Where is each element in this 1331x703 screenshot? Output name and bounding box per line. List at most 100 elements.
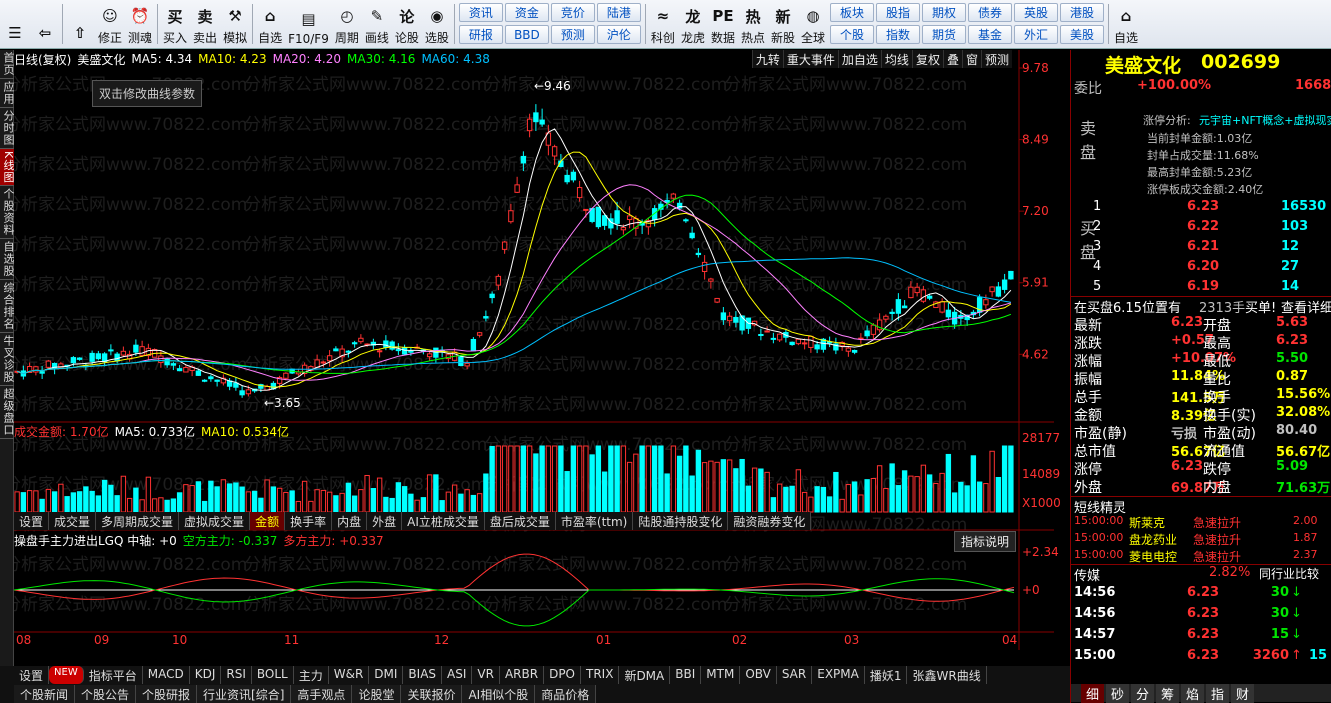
quick-link[interactable]: 预测 [550,25,595,44]
chart-top-button[interactable]: 复权 [911,50,943,68]
quick-link[interactable]: 沪伦 [596,25,641,44]
detail-tab[interactable]: 财 [1231,684,1255,703]
market-link[interactable]: 指数 [876,25,921,44]
info-tab[interactable]: 高手观点 [291,685,353,703]
main-menu-icon[interactable]: ☰ [0,0,30,48]
f10-button[interactable]: ▤ F10/F9 [285,0,332,48]
left-tab[interactable]: 个股资料 [0,186,15,240]
buy-button[interactable]: 买买入 [160,0,190,48]
indicator-tab[interactable]: 新DMA [619,666,671,684]
volume-tab[interactable]: 金额 [250,512,286,530]
data-button[interactable]: PE 数据 [708,0,738,48]
left-tab[interactable]: 自选股 [0,239,15,281]
volume-tab[interactable]: 内盘 [332,512,368,530]
info-tab[interactable]: 论股堂 [352,685,402,703]
draw-line-button[interactable]: ✎ 画线 [362,0,392,48]
info-tab[interactable]: 个股公告 [75,685,137,703]
info-tab[interactable]: 个股研报 [136,685,198,703]
indicator-tab[interactable]: 设置 [14,666,50,684]
quick-link[interactable]: BBD [504,25,549,44]
quick-link[interactable]: 资金 [504,3,549,22]
volume-tab[interactable]: 陆股通持股变化 [633,512,729,530]
indicator-tab[interactable]: 主力 [294,666,329,684]
watchlist-right-button[interactable]: ⌂ 自选 [1111,0,1141,48]
chart-top-button[interactable]: 均线 [880,50,912,68]
left-tab[interactable]: 超级盘口 [0,386,15,440]
stock-picker-button[interactable]: ◉ 选股 [422,0,452,48]
up-icon[interactable]: ⇧ [65,0,95,48]
chart-top-button[interactable]: 重大事件 [782,50,838,68]
indicator-tab[interactable]: ARBR [500,666,545,684]
detail-tab[interactable]: 指 [1206,684,1230,703]
indicator-tab[interactable]: KDJ [190,666,222,684]
indicator-tab[interactable]: 张鑫WR曲线 [907,666,987,684]
kline-chart-area[interactable]: 分析家公式网www.70822.com 分析家公式网www.70822.com 分析… [14,50,1070,670]
detail-tab[interactable]: 焰 [1181,684,1205,703]
dragon-tiger-button[interactable]: 龙龙虎 [678,0,708,48]
info-tab[interactable]: 关联报价 [401,685,463,703]
left-tab[interactable]: 应用 [0,79,15,108]
indicator-tab[interactable]: BBI [670,666,702,684]
chart-canvas[interactable]: 分析家公式网www.70822.com分析家公式网www.70822.com分析… [14,50,1070,666]
indicator-tab[interactable]: RSI [221,666,252,684]
indicator-tab[interactable]: OBV [740,666,777,684]
indicator-tab[interactable]: SAR [777,666,813,684]
volume-tab[interactable]: 市盈率(ttm) [555,512,634,530]
test-button[interactable]: ⏰ 测魂 [125,0,155,48]
volume-tab[interactable]: 多周期成交量 [96,512,180,530]
indicator-tab[interactable]: MACD [143,666,190,684]
detail-tab[interactable]: 筹 [1156,684,1180,703]
market-link[interactable]: 个股 [830,25,875,44]
info-tab[interactable]: 个股新闻 [14,685,76,703]
watchlist-button[interactable]: ⌂ 自选 [255,0,285,48]
volume-tab[interactable]: AI立桩成交量 [402,512,485,530]
ipo-button[interactable]: 新新股 [768,0,798,48]
quick-link[interactable]: 资讯 [458,3,503,22]
quick-link[interactable]: 陆港 [596,3,641,22]
indicator-tab[interactable]: NEW [49,666,84,684]
quick-link[interactable]: 竞价 [550,3,595,22]
hotspot-button[interactable]: 热热点 [738,0,768,48]
volume-tab[interactable]: 成交量 [49,512,97,530]
volume-tab[interactable]: 外盘 [367,512,403,530]
indicator-tab[interactable]: VR [472,666,500,684]
indicator-tab[interactable]: 播妖1 [865,666,908,684]
volume-tab[interactable]: 融资融券变化 [728,512,812,530]
chart-top-button[interactable]: 九转 [751,50,783,68]
left-tab[interactable]: 首页 [0,50,15,79]
info-tab[interactable]: 商品价格 [535,685,597,703]
market-link[interactable]: 外汇 [1014,25,1059,44]
volume-tab[interactable]: 虚拟成交量 [179,512,251,530]
indicator-tab[interactable]: MTM [701,666,741,684]
indicator-tab[interactable]: 指标平台 [84,666,143,684]
left-tab[interactable]: 分时图 [0,108,15,149]
market-link[interactable]: 美股 [1060,25,1105,44]
indicator-tab[interactable]: BIAS [403,666,443,684]
market-link[interactable]: 板块 [830,3,875,22]
detail-tab[interactable]: 细 [1081,684,1105,703]
market-link[interactable]: 股指 [876,3,921,22]
indicator-tab[interactable]: DMI [369,666,404,684]
left-tab[interactable]: 综合排名 [0,280,15,334]
star-market-button[interactable]: ≈ 科创 [648,0,678,48]
info-tab[interactable]: 行业资讯[综合] [197,685,292,703]
left-tab[interactable]: K线图 [0,149,15,187]
volume-tab[interactable]: 盘后成交量 [484,512,556,530]
indicator-tab[interactable]: BOLL [252,666,294,684]
indicator-tab[interactable]: W&R [329,666,370,684]
market-link[interactable]: 基金 [968,25,1013,44]
indicator-tab[interactable]: TRIX [581,666,620,684]
market-link[interactable]: 港股 [1060,3,1105,22]
market-link[interactable]: 债券 [968,3,1013,22]
market-link[interactable]: 英股 [1014,3,1059,22]
detail-tab[interactable]: 分 [1131,684,1155,703]
global-button[interactable]: ◍ 全球 [798,0,828,48]
period-button[interactable]: ◴ 周期 [332,0,362,48]
discuss-button[interactable]: 论论股 [392,0,422,48]
indicator-help-button[interactable]: 指标说明 [954,531,1017,552]
chart-top-button[interactable]: 加自选 [837,50,881,68]
market-link[interactable]: 期权 [922,3,967,22]
indicator-tab[interactable]: ASI [442,666,473,684]
chart-top-button[interactable]: 预测 [980,50,1012,68]
left-tab[interactable]: 牛叉诊股 [0,333,15,387]
